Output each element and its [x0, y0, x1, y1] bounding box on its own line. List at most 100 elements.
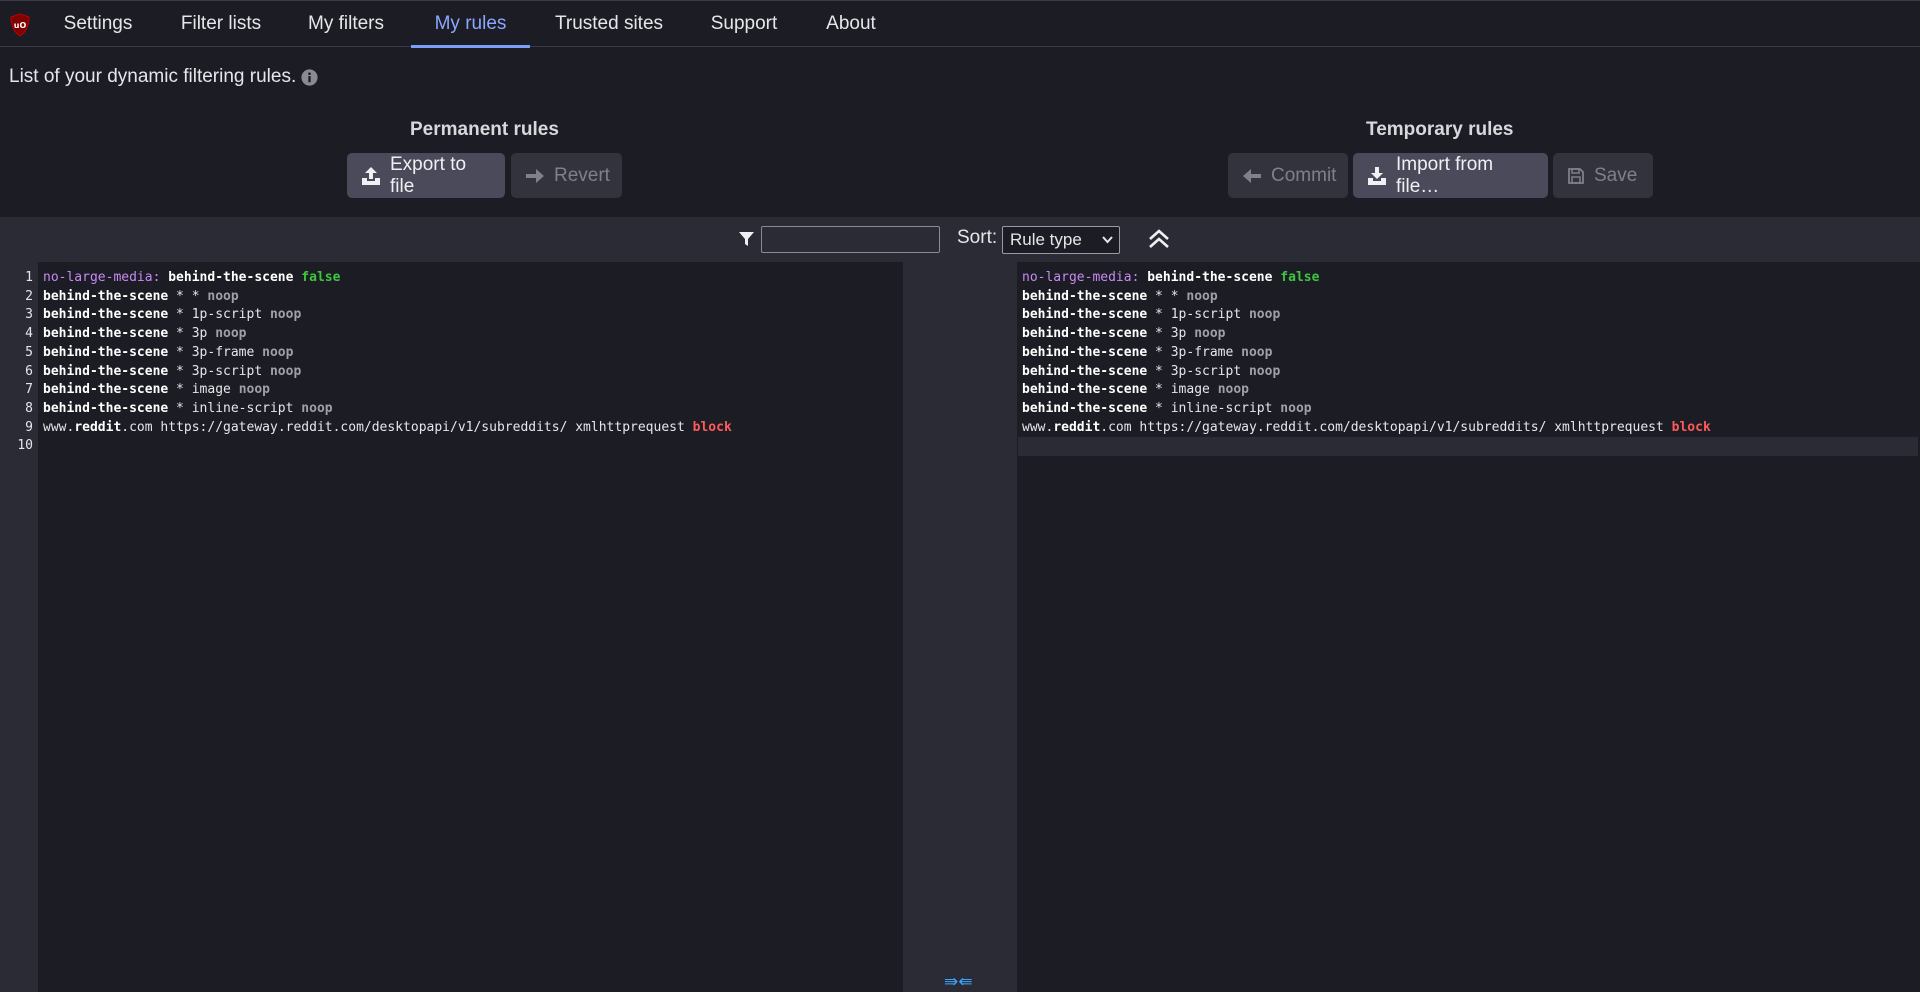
rule-token: .com https://gateway.reddit.com/desktopa…: [1100, 419, 1672, 435]
tab-filter-lists[interactable]: Filter lists: [170, 1, 272, 47]
merge-arrows-icon[interactable]: ⇛⇚: [944, 972, 973, 992]
filter-icon: [739, 232, 754, 246]
rule-token: noop: [215, 326, 247, 342]
tab-about[interactable]: About: [815, 1, 887, 47]
rule-token: noop: [262, 344, 294, 360]
rule-token: behind-the-scene: [1022, 344, 1148, 360]
sort-select[interactable]: Rule type: [1002, 226, 1120, 254]
sort-selected-value: Rule type: [1010, 230, 1082, 249]
line-number-gutter: 1 2 3 4 5 6 7 8 9 10: [0, 262, 38, 992]
tab-my-rules[interactable]: My rules: [411, 1, 530, 48]
rule-line: no-large-media: behind-the-scene false: [1022, 268, 1319, 287]
commit-button[interactable]: Commit: [1228, 153, 1348, 198]
active-line-highlight: [1018, 437, 1918, 456]
sort-label: Sort:: [957, 227, 998, 248]
rule-token: behind-the-scene: [1022, 400, 1148, 416]
export-to-file-button[interactable]: Export to file: [347, 153, 505, 198]
line-number: 1: [25, 270, 33, 285]
rule-token: behind-the-scene: [1022, 363, 1148, 379]
rule-token: no-large-media:: [1022, 270, 1140, 285]
rule-token: * 1p-script: [1147, 307, 1249, 323]
rule-line: no-large-media: behind-the-scene false: [43, 268, 340, 287]
rule-line: behind-the-scene * * noop: [43, 287, 239, 306]
rule-line: behind-the-scene * inline-script noop: [43, 399, 333, 418]
line-number: 2: [25, 288, 33, 304]
rule-token: behind-the-scene: [1022, 382, 1148, 398]
rule-line: behind-the-scene * 3p noop: [1022, 324, 1226, 343]
permanent-rules-title: Permanent rules: [410, 119, 559, 140]
rule-line: www.reddit.com https://gateway.reddit.co…: [1022, 418, 1711, 437]
tab-my-filters[interactable]: My filters: [296, 1, 396, 47]
rule-token: * inline-script: [168, 400, 302, 416]
rule-token: no-large-media:: [43, 270, 161, 285]
rule-token: block: [1671, 419, 1711, 435]
rule-token: noop: [1248, 363, 1281, 379]
tab-settings[interactable]: Settings: [50, 1, 146, 47]
line-number: 6: [25, 363, 33, 379]
rule-line: behind-the-scene * image noop: [43, 380, 270, 399]
save-icon: [1568, 167, 1584, 184]
permanent-rules-editor[interactable]: 1 2 3 4 5 6 7 8 9 10 no-large-media: behind-the-s…: [0, 262, 903, 992]
arrow-left-icon: [1243, 168, 1261, 183]
rule-token: behind-the-scene: [168, 270, 294, 285]
rule-token: * 3p-frame: [168, 344, 263, 360]
rule-token: * 3p-script: [168, 363, 270, 379]
rule-line: behind-the-scene * 1p-script noop: [1022, 305, 1280, 324]
save-button[interactable]: Save: [1553, 153, 1653, 198]
rule-token: www.: [43, 419, 75, 435]
rule-token: * *: [168, 288, 208, 304]
temporary-rules-editor[interactable]: no-large-media: behind-the-scene false be…: [1017, 262, 1920, 992]
temporary-rules-title: Temporary rules: [1366, 119, 1514, 140]
rule-token: behind-the-scene: [1022, 307, 1148, 323]
rule-token: noop: [1248, 307, 1281, 323]
commit-label: Commit: [1271, 164, 1337, 186]
revert-button[interactable]: Revert: [511, 153, 622, 198]
save-label: Save: [1594, 164, 1638, 186]
rule-token: .com https://gateway.reddit.com/desktopa…: [121, 419, 693, 435]
line-number: 5: [25, 344, 33, 360]
line-number: 8: [25, 400, 33, 416]
ublock-logo-icon: uO: [10, 13, 30, 37]
upload-icon: [362, 166, 380, 185]
rule-token: behind-the-scene: [43, 307, 169, 323]
arrow-right-icon: [526, 168, 544, 183]
rule-token: noop: [1241, 344, 1273, 360]
rule-token: * image: [168, 382, 239, 398]
rule-line: behind-the-scene * 3p-frame noop: [1022, 343, 1272, 362]
rule-line: www.reddit.com https://gateway.reddit.co…: [43, 418, 732, 437]
rule-token: * 3p-frame: [1147, 344, 1242, 360]
rule-token: false: [1280, 270, 1320, 285]
import-from-file-button[interactable]: Import from file…: [1353, 153, 1548, 198]
export-to-file-label: Export to file: [390, 153, 467, 197]
chevron-down-icon: [1102, 236, 1113, 244]
rule-line: behind-the-scene * 3p noop: [43, 324, 247, 343]
line-number: 10: [17, 438, 33, 454]
rule-token: noop: [269, 363, 302, 379]
rule-token: block: [692, 419, 732, 435]
rule-line: behind-the-scene * 1p-script noop: [43, 305, 301, 324]
rule-line: behind-the-scene * 3p-script noop: [43, 362, 301, 381]
rule-token: behind-the-scene: [1022, 326, 1148, 342]
rule-token: * image: [1147, 382, 1218, 398]
line-number: 7: [25, 382, 33, 398]
rule-token: behind-the-scene: [1147, 270, 1273, 285]
rule-token: www.: [1022, 419, 1054, 435]
rules-filter-input[interactable]: [761, 226, 940, 253]
tab-trusted-sites[interactable]: Trusted sites: [548, 1, 670, 47]
rule-token: noop: [1217, 382, 1249, 398]
rule-token: * 3p-script: [1147, 363, 1249, 379]
info-icon[interactable]: [300, 68, 319, 87]
rule-token: behind-the-scene: [43, 288, 169, 304]
line-number: 4: [25, 326, 33, 342]
tab-support[interactable]: Support: [703, 1, 785, 47]
rule-line: behind-the-scene * image noop: [1022, 380, 1249, 399]
rule-token: * *: [1147, 288, 1187, 304]
svg-text:uO: uO: [14, 21, 27, 30]
top-nav: uO Settings Filter lists My filters My r…: [0, 0, 1920, 48]
filter-bar: Sort: Rule type: [0, 217, 1920, 262]
double-chevron-up-icon[interactable]: [1147, 227, 1171, 251]
rule-token: behind-the-scene: [43, 326, 169, 342]
rule-token: behind-the-scene: [43, 363, 169, 379]
rule-line: behind-the-scene * inline-script noop: [1022, 399, 1312, 418]
rule-token: reddit: [1053, 419, 1101, 435]
